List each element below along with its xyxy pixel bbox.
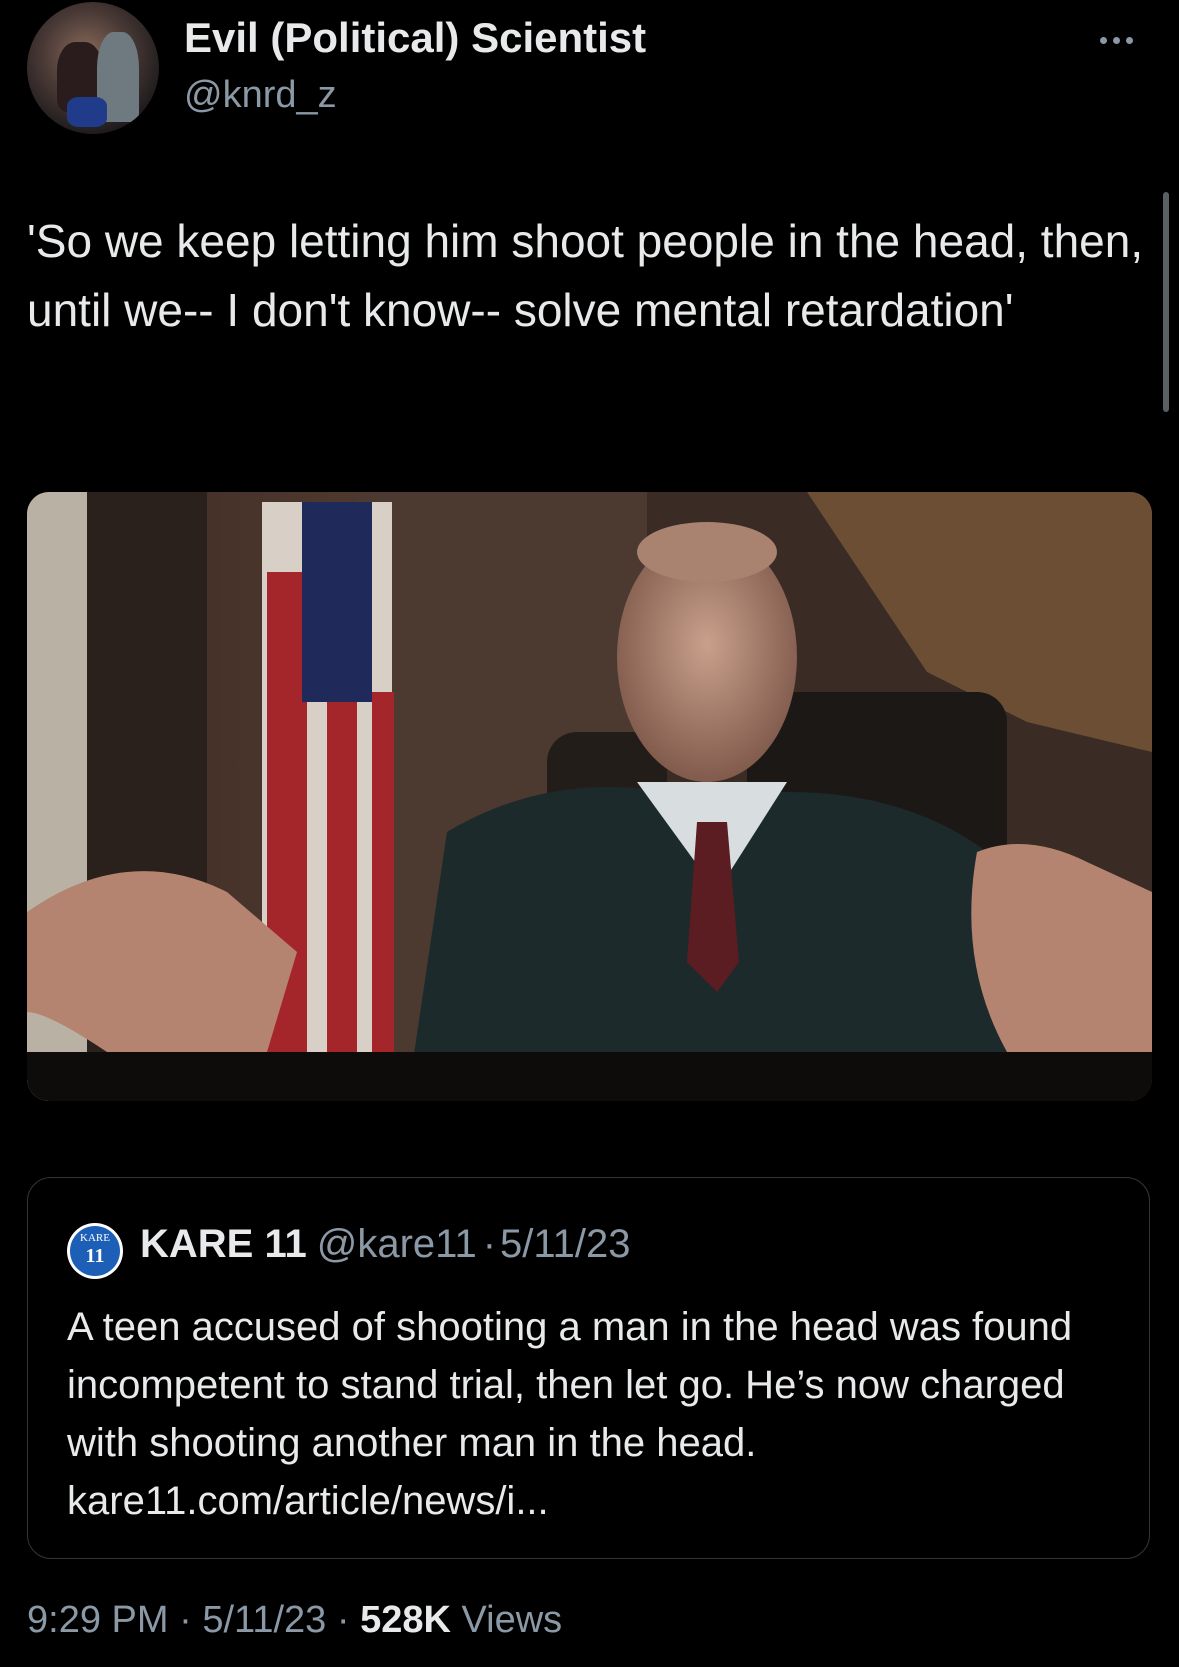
views-count[interactable]: 528K: [360, 1599, 451, 1641]
dot: [1126, 36, 1133, 44]
tweet-time[interactable]: 9:29 PM: [27, 1599, 169, 1641]
logo-text: KARE: [80, 1232, 110, 1244]
quoted-tweet-header: KARE 11 @kare11 · 5/11/23: [140, 1222, 631, 1267]
flag: [262, 502, 394, 1101]
more-options-icon[interactable]: [1100, 28, 1148, 52]
quoted-tweet-card[interactable]: KARE 11 KARE 11 @kare11 · 5/11/23 A teen ac…: [27, 1177, 1150, 1559]
tweet-text: 'So we keep letting him shoot people in …: [27, 215, 1144, 336]
tweet-media-image[interactable]: [27, 492, 1152, 1101]
dot: [1100, 36, 1107, 44]
logo-number: 11: [85, 1245, 105, 1267]
quoted-separator: ·: [482, 1222, 497, 1266]
quoted-author-handle[interactable]: @kare11: [317, 1222, 477, 1266]
avatar-figure: [67, 97, 107, 127]
footer-separator: ·: [326, 1599, 361, 1641]
footer-separator: ·: [168, 1599, 203, 1641]
author-handle[interactable]: @knrd_z: [184, 74, 337, 117]
tweet-date[interactable]: 5/11/23: [202, 1599, 326, 1641]
author-name[interactable]: Evil (Political) Scientist: [184, 14, 646, 62]
kare11-logo-icon[interactable]: KARE 11: [67, 1223, 123, 1279]
author-avatar[interactable]: [27, 2, 159, 134]
quoted-date[interactable]: 5/11/23: [500, 1222, 631, 1266]
media-illustration: [27, 492, 1152, 1101]
views-label: Views: [450, 1599, 563, 1641]
tweet-footer: 9:29 PM · 5/11/23 · 528K Views: [27, 1599, 562, 1642]
quoted-author-name[interactable]: KARE 11: [140, 1222, 307, 1266]
quoted-tweet-text: A teen accused of shooting a man in the …: [67, 1305, 1073, 1523]
scrollbar[interactable]: [1163, 192, 1169, 412]
dot: [1113, 36, 1120, 44]
